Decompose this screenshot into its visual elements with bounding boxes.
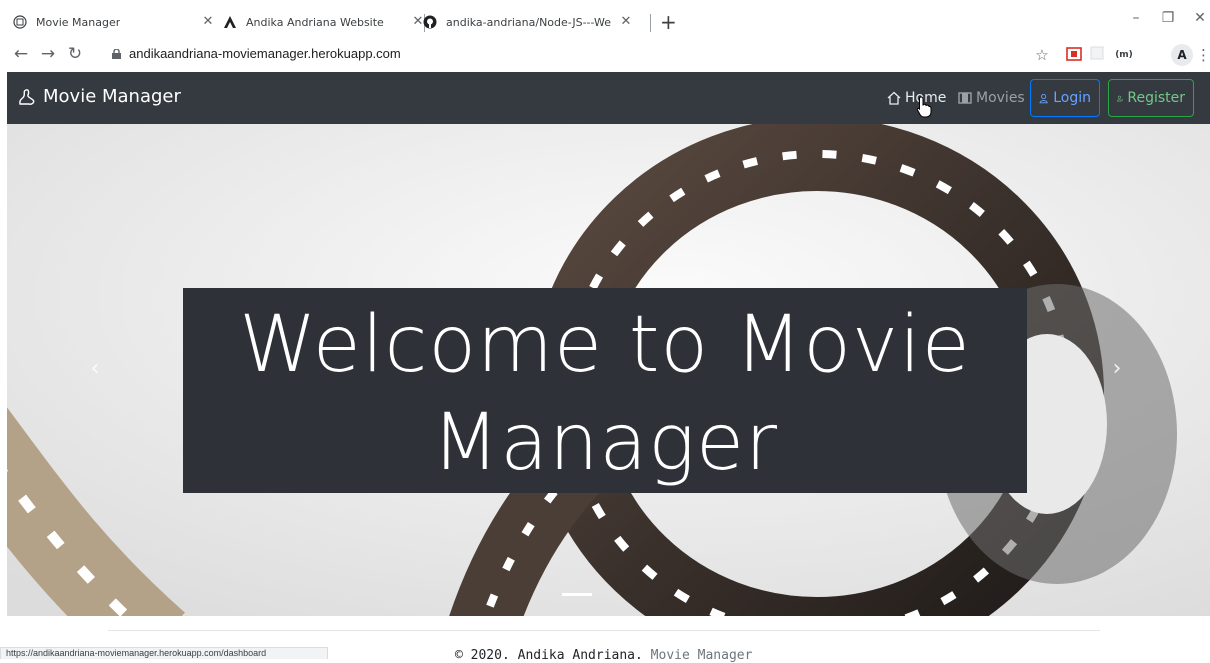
link-status-bar: https://andikaandriana-moviemanager.hero… bbox=[0, 647, 328, 659]
footer-text: © 2020. Andika Andriana. Movie Manager bbox=[455, 648, 752, 663]
extension-blank-icon[interactable] bbox=[1090, 46, 1104, 64]
browser-tab-movie-manager[interactable]: Movie Manager ✕ bbox=[12, 8, 222, 36]
welcome-heading-line2: Manager bbox=[431, 398, 779, 488]
new-tab-button[interactable]: + bbox=[660, 12, 677, 32]
footer-divider bbox=[108, 630, 1100, 631]
window-close-icon[interactable]: ✕ bbox=[1190, 10, 1210, 26]
hero-carousel: Welcome to Movie Manager ‹ › bbox=[7, 124, 1210, 616]
nav-movies-link[interactable]: Movies bbox=[958, 90, 1025, 106]
register-label: Register bbox=[1127, 90, 1185, 106]
carousel-indicator-active[interactable] bbox=[562, 593, 592, 596]
tab-separator bbox=[650, 14, 651, 32]
minimize-icon[interactable]: – bbox=[1126, 10, 1146, 26]
login-label: Login bbox=[1053, 90, 1091, 106]
profile-avatar[interactable]: A bbox=[1171, 44, 1193, 66]
browser-tab-andika-website[interactable]: Andika Andriana Website ✕ bbox=[222, 8, 423, 36]
footer-app-name: Movie Manager bbox=[650, 648, 753, 663]
tab-title: Movie Manager bbox=[36, 15, 121, 29]
browser-toolbar: ← → ↻ andikaandriana-moviemanager.heroku… bbox=[0, 38, 1210, 72]
tab-title: Andika Andriana Website bbox=[246, 15, 384, 29]
tab-title: andika-andriana/Node-JS---Web bbox=[446, 15, 612, 29]
extension-m-icon[interactable]: (m) bbox=[1110, 46, 1138, 64]
browser-tab-github[interactable]: andika-andriana/Node-JS---Web ✕ bbox=[422, 8, 648, 36]
restore-icon[interactable]: ❐ bbox=[1158, 10, 1178, 26]
login-button[interactable]: Login bbox=[1030, 79, 1100, 117]
brand-name: Movie Manager bbox=[43, 86, 181, 107]
brand-logo-icon bbox=[19, 88, 35, 105]
footer-copyright: © 2020. Andika Andriana. bbox=[455, 648, 643, 663]
reload-icon[interactable]: ↻ bbox=[64, 42, 86, 66]
bookmark-star-icon[interactable]: ☆ bbox=[1034, 46, 1050, 64]
address-bar[interactable]: andikaandriana-moviemanager.herokuapp.co… bbox=[129, 46, 401, 61]
close-tab-icon[interactable]: ✕ bbox=[618, 14, 634, 30]
browser-tab-strip: Movie Manager ✕ Andika Andriana Website … bbox=[0, 0, 1210, 36]
carousel-next-icon[interactable]: › bbox=[1107, 356, 1127, 381]
andika-logo-icon bbox=[222, 14, 238, 30]
hand-cursor-icon bbox=[916, 96, 932, 118]
lock-icon bbox=[112, 49, 121, 59]
welcome-heading: Welcome to Movie Manager bbox=[183, 296, 1027, 492]
brand-link[interactable]: Movie Manager bbox=[17, 86, 181, 107]
nav-movies-label: Movies bbox=[976, 90, 1025, 106]
user-icon bbox=[1039, 93, 1048, 103]
film-icon bbox=[958, 92, 972, 104]
close-tab-icon[interactable]: ✕ bbox=[200, 14, 216, 30]
user-add-icon bbox=[1117, 95, 1124, 101]
site-navbar: Movie Manager Home Movies Login Register bbox=[7, 72, 1210, 124]
forward-arrow-icon[interactable]: → bbox=[37, 42, 59, 66]
welcome-heading-line1: Welcome to Movie bbox=[239, 300, 971, 390]
extension-red-icon[interactable] bbox=[1066, 46, 1082, 64]
github-icon bbox=[422, 14, 438, 30]
back-arrow-icon[interactable]: ← bbox=[10, 42, 32, 66]
welcome-caption-box: Welcome to Movie Manager bbox=[183, 288, 1027, 493]
movie-manager-favicon-icon bbox=[12, 14, 28, 30]
home-icon bbox=[887, 91, 901, 105]
carousel-prev-icon[interactable]: ‹ bbox=[85, 356, 105, 381]
register-button[interactable]: Register bbox=[1108, 79, 1194, 117]
browser-menu-icon[interactable]: ⋮ bbox=[1196, 46, 1210, 64]
